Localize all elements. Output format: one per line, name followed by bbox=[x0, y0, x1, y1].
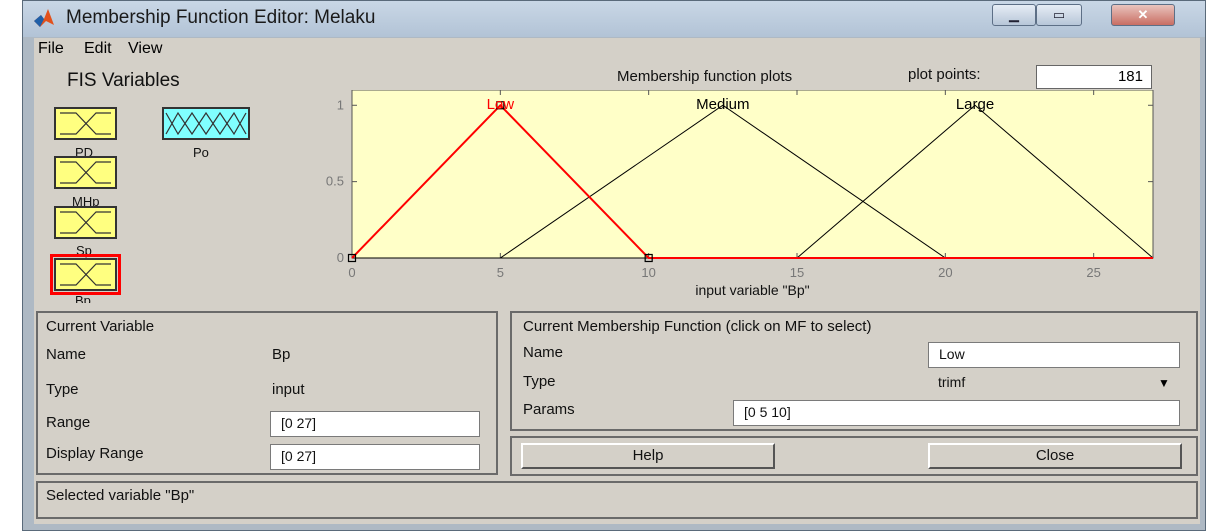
mf-type-label: Type bbox=[523, 373, 556, 390]
mf-label-medium[interactable]: Medium bbox=[696, 96, 749, 113]
plot-points-input[interactable]: 181 bbox=[1036, 65, 1152, 89]
display-range-input[interactable]: [0 27] bbox=[270, 444, 480, 470]
membership-plot[interactable]: 0 5 10 15 20 25 0 0.5 1 Medium Large Low input var… bbox=[300, 90, 1170, 304]
variable-pd-box[interactable] bbox=[54, 107, 117, 140]
current-variable-title: Current Variable bbox=[46, 318, 155, 335]
mf-params-label: Params bbox=[523, 401, 575, 418]
variable-label: Bp bbox=[75, 293, 91, 303]
variable-label: Po bbox=[193, 145, 209, 160]
range-input[interactable]: [0 27] bbox=[270, 411, 480, 437]
mf-label-large[interactable]: Large bbox=[956, 96, 994, 113]
variable-bp-box[interactable] bbox=[50, 254, 121, 295]
menu-file[interactable]: File bbox=[38, 40, 64, 58]
membership-function-icon bbox=[60, 263, 111, 286]
type-label: Type bbox=[46, 381, 79, 398]
x-tick-label: 10 bbox=[641, 265, 655, 280]
x-tick-label: 25 bbox=[1086, 265, 1100, 280]
window-title: Membership Function Editor: Melaku bbox=[66, 7, 376, 28]
help-button[interactable]: Help bbox=[521, 443, 775, 469]
plot-header: Membership function plots bbox=[617, 68, 793, 85]
plot-points-label: plot points: bbox=[908, 66, 981, 83]
mf-name-input[interactable]: Low bbox=[928, 342, 1180, 368]
mf-name-label: Name bbox=[523, 344, 564, 361]
menu-bar bbox=[34, 38, 1200, 60]
x-tick-label: 0 bbox=[348, 265, 355, 280]
range-label: Range bbox=[46, 414, 91, 431]
current-mf-title: Current Membership Function (click on MF… bbox=[523, 318, 872, 335]
x-tick-label: 15 bbox=[790, 265, 804, 280]
close-window-button[interactable]: ✕ bbox=[1111, 4, 1175, 26]
plot-area bbox=[351, 90, 1154, 259]
variable-label: Sp bbox=[76, 243, 92, 258]
fis-variables-title: FIS Variables bbox=[67, 70, 180, 91]
mf-type-dropdown[interactable]: trimf bbox=[928, 371, 1180, 397]
y-tick-label: 0 bbox=[337, 250, 344, 265]
variable-po-box[interactable] bbox=[162, 107, 250, 140]
membership-function-icon bbox=[60, 112, 111, 135]
minimize-button[interactable]: ▁ bbox=[992, 4, 1036, 26]
membership-function-icon bbox=[165, 111, 247, 136]
variable-type-value: input bbox=[272, 381, 305, 398]
display-range-label: Display Range bbox=[46, 445, 144, 462]
status-panel bbox=[36, 481, 1198, 519]
menu-edit[interactable]: Edit bbox=[84, 40, 112, 58]
y-tick-label: 1 bbox=[337, 97, 344, 112]
membership-function-icon bbox=[60, 161, 111, 184]
membership-function-icon bbox=[60, 211, 111, 234]
mf-label-low[interactable]: Low bbox=[487, 96, 515, 113]
maximize-button[interactable]: ▭ bbox=[1036, 4, 1082, 26]
menu-view[interactable]: View bbox=[128, 40, 162, 58]
x-tick-label: 20 bbox=[938, 265, 952, 280]
status-text: Selected variable "Bp" bbox=[46, 487, 195, 504]
x-tick-label: 5 bbox=[497, 265, 504, 280]
variable-sp-box[interactable] bbox=[54, 206, 117, 239]
matlab-icon bbox=[34, 9, 54, 27]
mf-params-input[interactable]: [0 5 10] bbox=[733, 400, 1180, 426]
y-tick-label: 0.5 bbox=[326, 174, 344, 189]
close-button[interactable]: Close bbox=[928, 443, 1182, 469]
variable-name-value: Bp bbox=[272, 346, 291, 363]
x-axis-label: input variable "Bp" bbox=[695, 282, 809, 298]
variable-mhp-box[interactable] bbox=[54, 156, 117, 189]
name-label: Name bbox=[46, 346, 87, 363]
chevron-down-icon[interactable]: ▼ bbox=[1150, 372, 1178, 394]
